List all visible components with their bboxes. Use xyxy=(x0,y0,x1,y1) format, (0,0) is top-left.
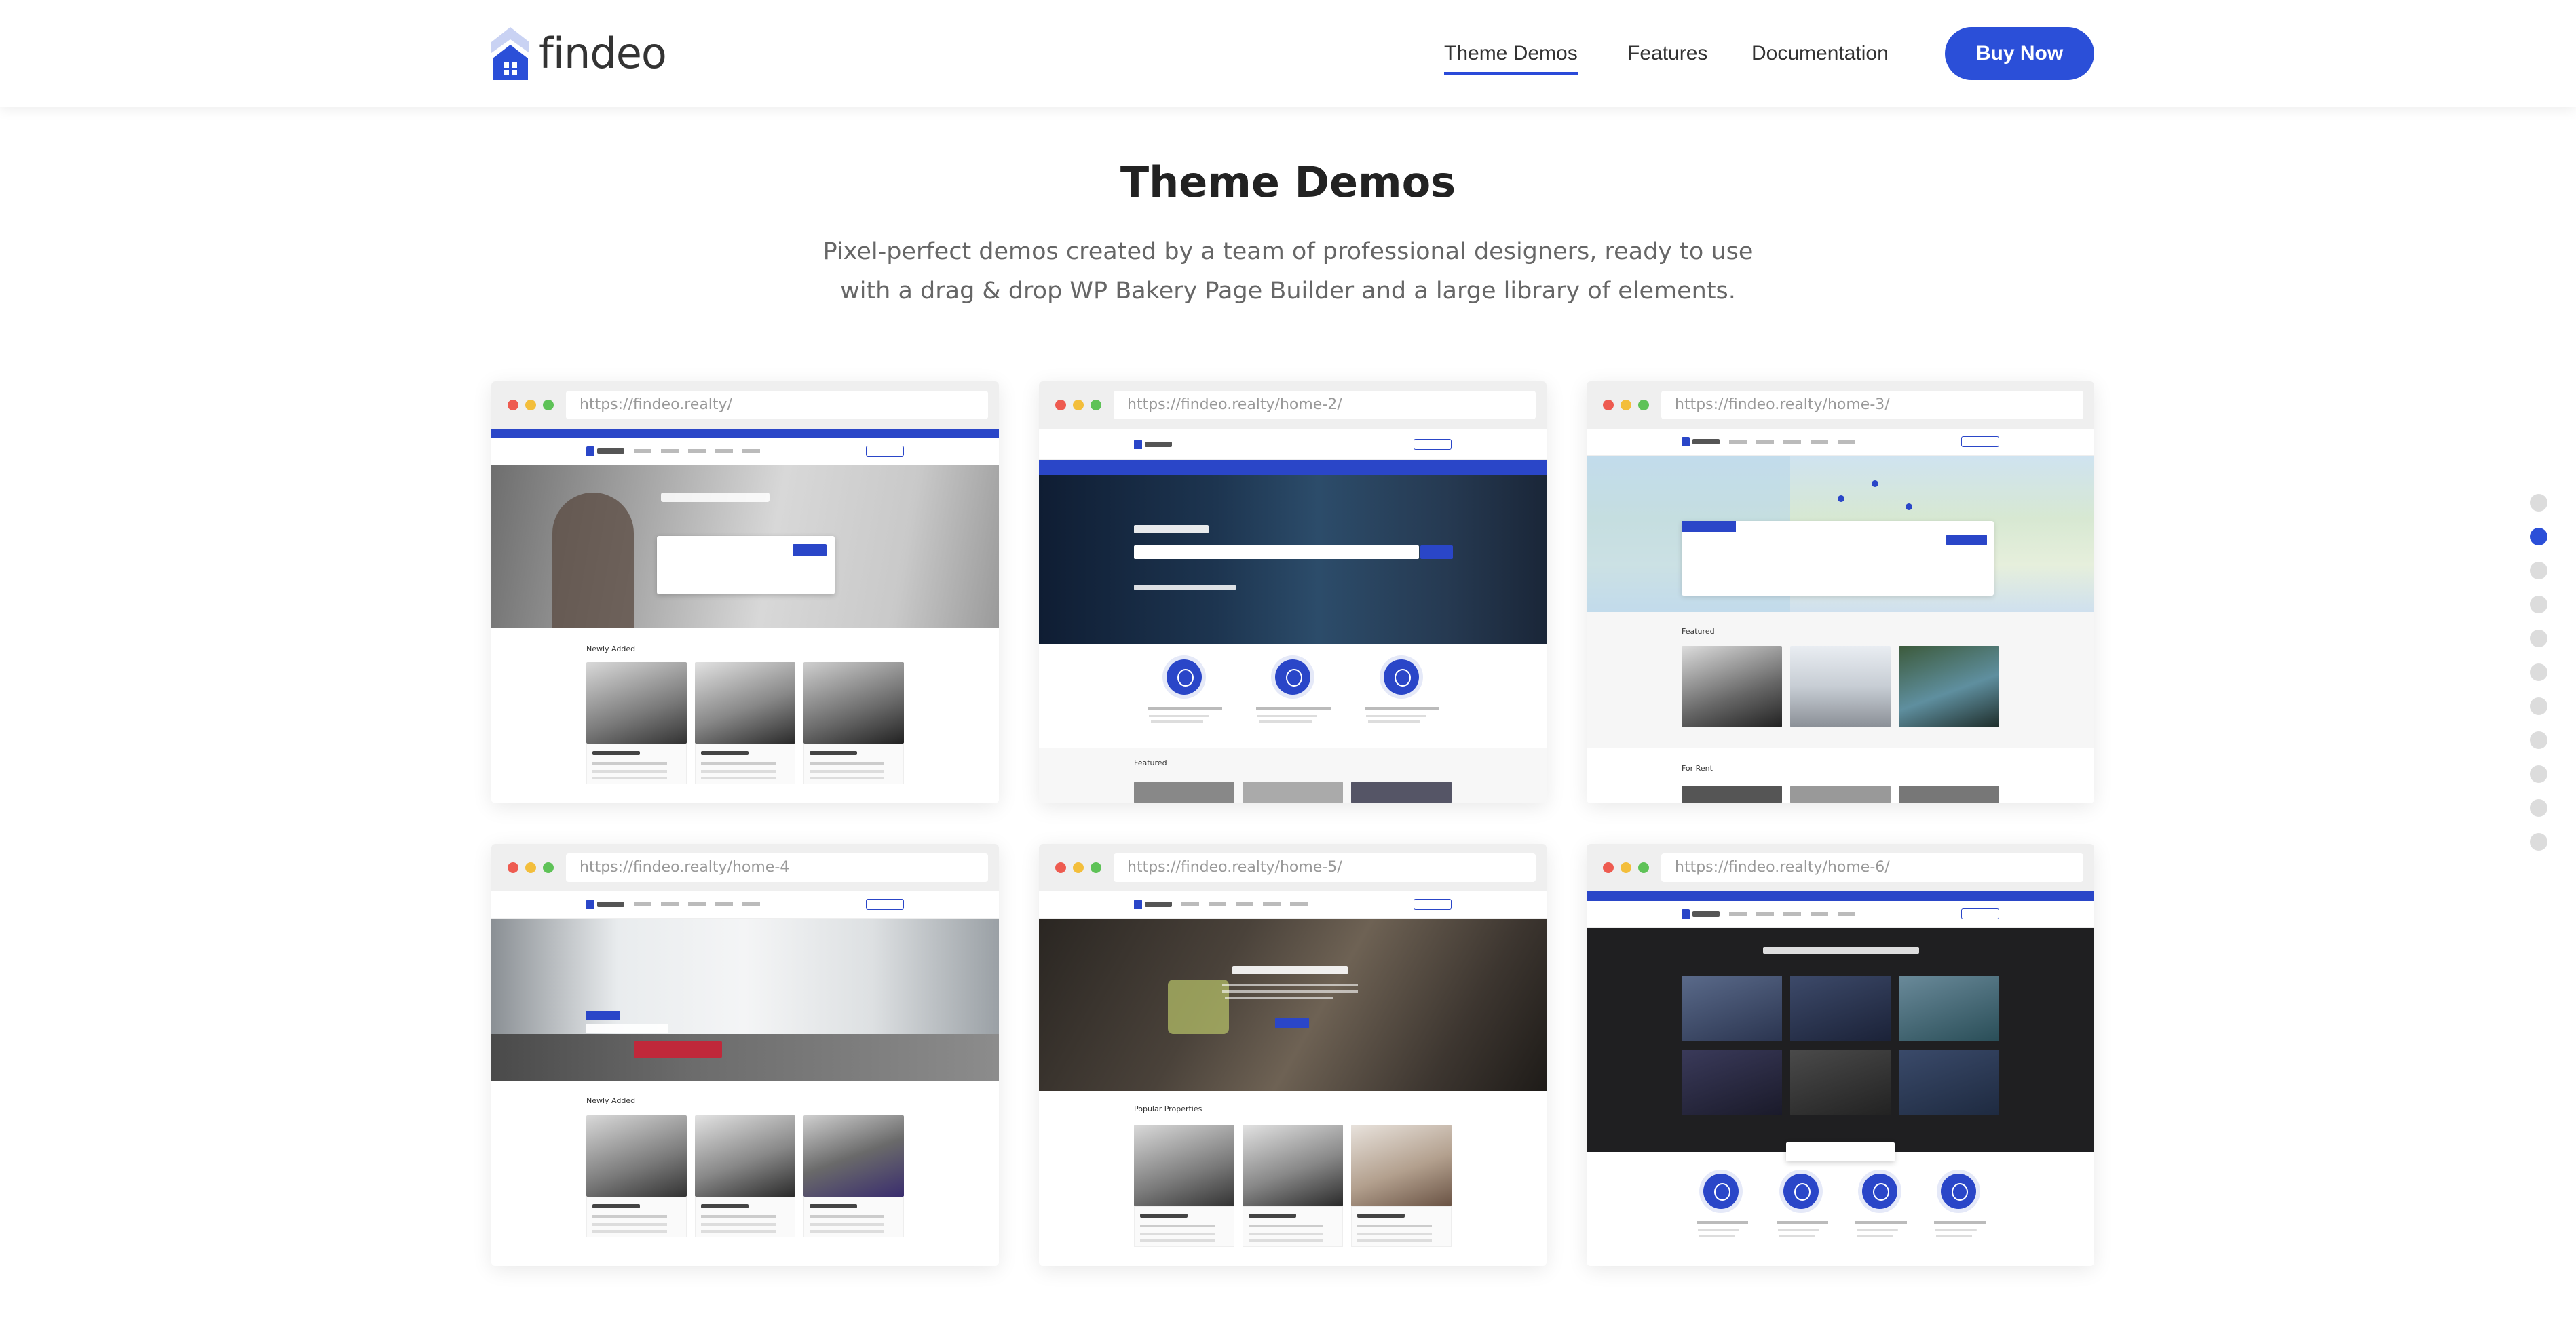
demo-card-5[interactable]: https://findeo.realty/home-5/ Popular Pr… xyxy=(1039,844,1547,1266)
side-pagination-dot[interactable] xyxy=(2530,630,2547,647)
maximize-dot-icon xyxy=(1638,400,1649,410)
close-dot-icon xyxy=(1603,400,1614,410)
site-header: findeo Theme Demos Features Documentatio… xyxy=(0,0,2576,107)
browser-bar: https://findeo.realty/home-6/ xyxy=(1587,844,2094,891)
browser-bar: https://findeo.realty/home-5/ xyxy=(1039,844,1547,891)
minimize-dot-icon xyxy=(1073,400,1084,410)
demo-screenshot xyxy=(1587,891,2094,1266)
demo-card-2[interactable]: https://findeo.realty/home-2/ Featured xyxy=(1039,381,1547,803)
main-nav: Theme Demos Features Documentation xyxy=(0,27,2576,80)
side-pagination-dot[interactable] xyxy=(2530,833,2547,851)
browser-bar: https://findeo.realty/home-4 xyxy=(491,844,999,891)
browser-bar: https://findeo.realty/home-2/ xyxy=(1039,381,1547,429)
minimize-dot-icon xyxy=(1621,862,1631,873)
demo-card-3[interactable]: https://findeo.realty/home-3/ Featured F… xyxy=(1587,381,2094,803)
url-bar: https://findeo.realty/home-6/ xyxy=(1661,853,2083,882)
side-pagination-dot[interactable] xyxy=(2530,528,2547,545)
maximize-dot-icon xyxy=(543,862,554,873)
maximize-dot-icon xyxy=(1638,862,1649,873)
side-pagination-dot[interactable] xyxy=(2530,562,2547,579)
side-pagination-dot[interactable] xyxy=(2530,596,2547,613)
url-bar: https://findeo.realty/home-5/ xyxy=(1114,853,1536,882)
maximize-dot-icon xyxy=(1091,400,1101,410)
maximize-dot-icon xyxy=(543,400,554,410)
demo-screenshot: Newly Added xyxy=(491,891,999,1266)
close-dot-icon xyxy=(508,862,518,873)
nav-features[interactable]: Features xyxy=(1627,42,1707,65)
side-pagination-dot[interactable] xyxy=(2530,663,2547,681)
side-pagination-dot[interactable] xyxy=(2530,731,2547,749)
url-bar: https://findeo.realty/home-2/ xyxy=(1114,391,1536,419)
demo-card-6[interactable]: https://findeo.realty/home-6/ xyxy=(1587,844,2094,1266)
url-bar: https://findeo.realty/home-3/ xyxy=(1661,391,2083,419)
minimize-dot-icon xyxy=(525,862,536,873)
side-pagination-dot[interactable] xyxy=(2530,494,2547,512)
section-title: Theme Demos xyxy=(1120,157,1456,207)
close-dot-icon xyxy=(1603,862,1614,873)
maximize-dot-icon xyxy=(1091,862,1101,873)
url-bar: https://findeo.realty/home-4 xyxy=(566,853,988,882)
close-dot-icon xyxy=(1055,400,1066,410)
demo-screenshot: Newly Added xyxy=(491,429,999,803)
demo-screenshot: Featured xyxy=(1039,429,1547,803)
browser-bar: https://findeo.realty/ xyxy=(491,381,999,429)
side-pagination-dot[interactable] xyxy=(2530,799,2547,817)
close-dot-icon xyxy=(1055,862,1066,873)
close-dot-icon xyxy=(508,400,518,410)
side-pagination-dot[interactable] xyxy=(2530,697,2547,715)
buy-now-button[interactable]: Buy Now xyxy=(1945,27,2094,80)
demo-card-4[interactable]: https://findeo.realty/home-4 Newly Added xyxy=(491,844,999,1266)
side-pagination-dot[interactable] xyxy=(2530,765,2547,783)
demo-card-1[interactable]: https://findeo.realty/ Newly Added xyxy=(491,381,999,803)
browser-bar: https://findeo.realty/home-3/ xyxy=(1587,381,2094,429)
nav-theme-demos[interactable]: Theme Demos xyxy=(1444,42,1578,75)
minimize-dot-icon xyxy=(1621,400,1631,410)
nav-documentation[interactable]: Documentation xyxy=(1751,42,1889,65)
minimize-dot-icon xyxy=(525,400,536,410)
minimize-dot-icon xyxy=(1073,862,1084,873)
url-bar: https://findeo.realty/ xyxy=(566,391,988,419)
section-description: Pixel-perfect demos created by a team of… xyxy=(822,238,1754,305)
demo-screenshot: Featured For Rent xyxy=(1587,429,2094,803)
demo-screenshot: Popular Properties xyxy=(1039,891,1547,1266)
